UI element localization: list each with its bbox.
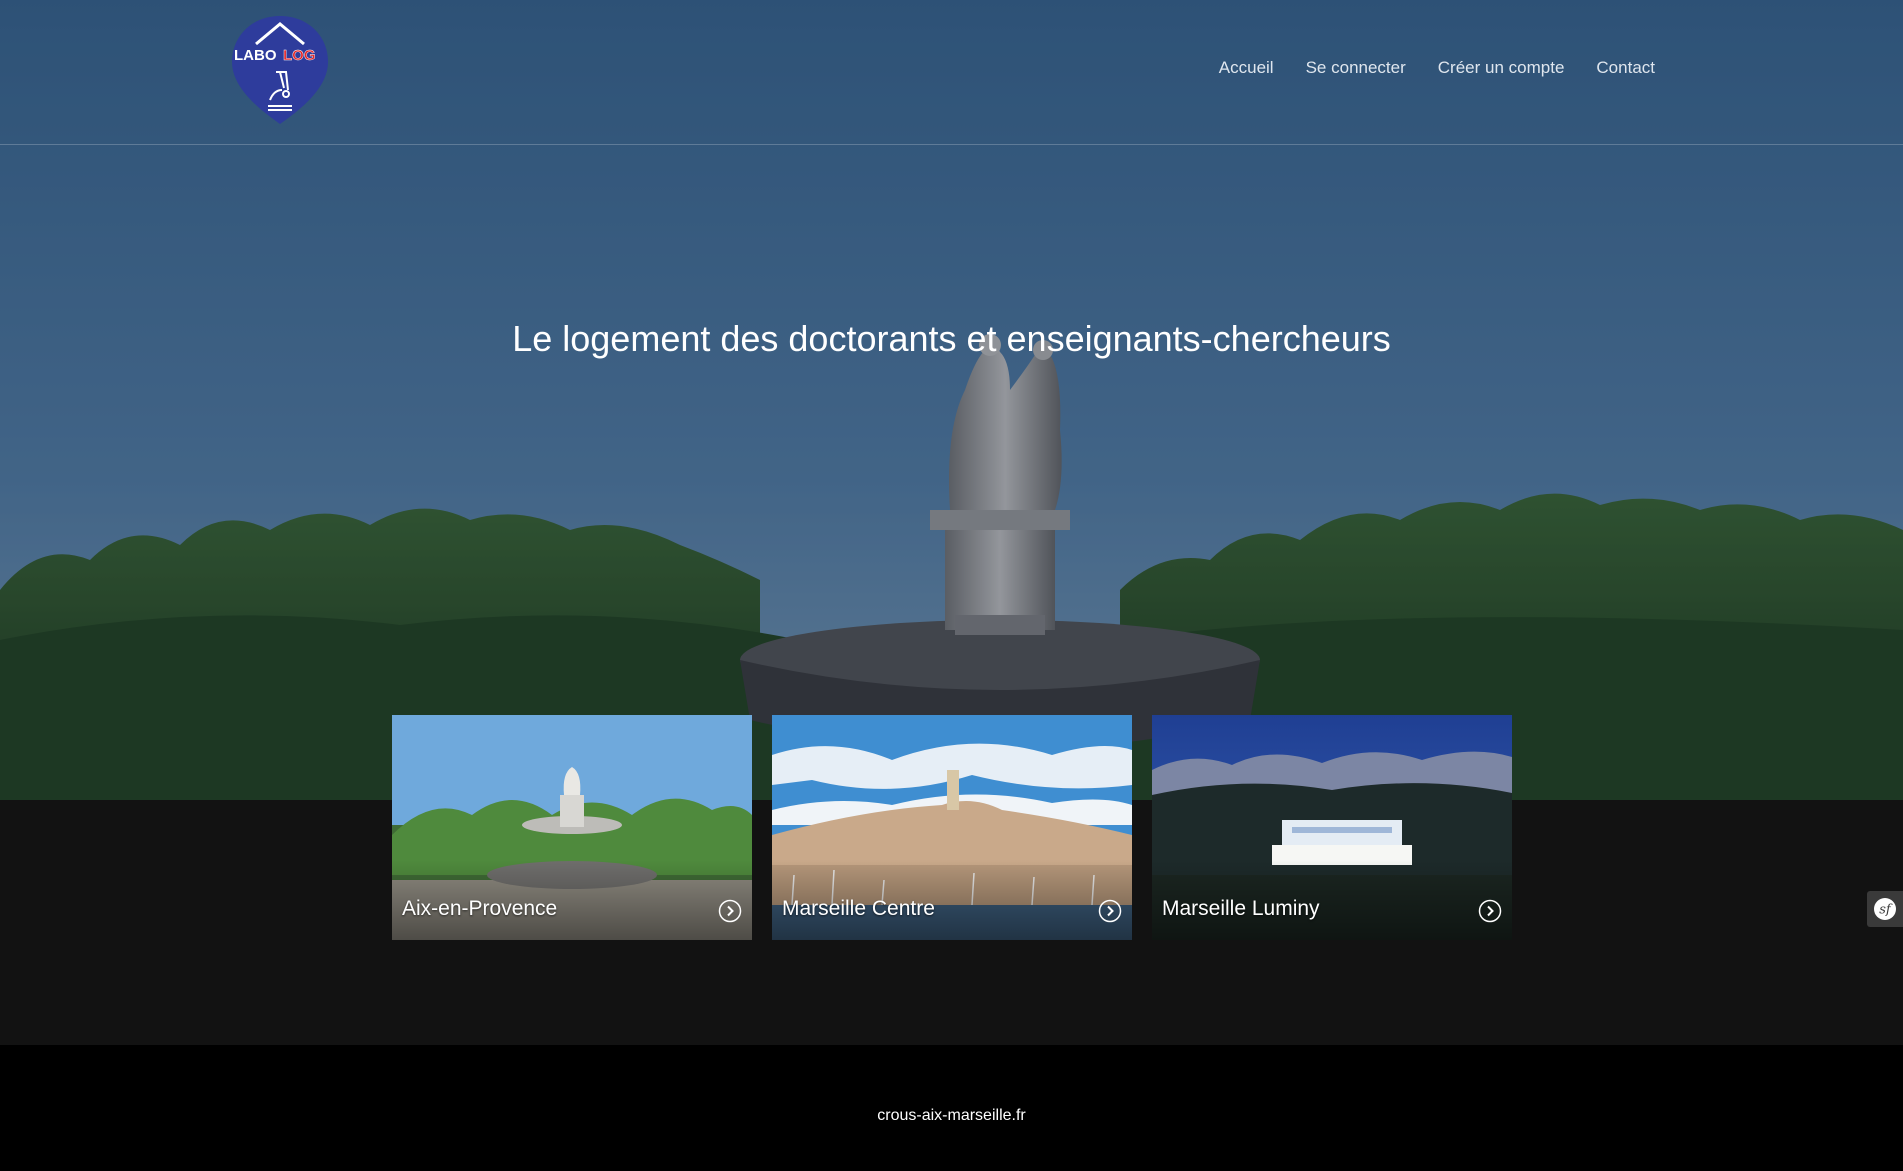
- footer-link-crous[interactable]: crous-aix-marseille.fr: [0, 1107, 1903, 1125]
- campus-cards: Aix-en-Provence Marseille Centre Marseil…: [392, 715, 1512, 940]
- card-marseille-centre[interactable]: Marseille Centre: [772, 715, 1132, 940]
- logo-text-labo: LABO: [234, 47, 277, 64]
- card-marseille-luminy[interactable]: Marseille Luminy: [1152, 715, 1512, 940]
- nav-link-creer-un-compte[interactable]: Créer un compte: [1438, 58, 1565, 78]
- nav-link-accueil[interactable]: Accueil: [1219, 58, 1274, 78]
- nav-link-contact[interactable]: Contact: [1596, 58, 1655, 78]
- card-label: Aix-en-Provence: [402, 897, 558, 920]
- chevron-right-circle-icon[interactable]: [1478, 899, 1502, 923]
- symfony-icon: sf: [1874, 898, 1896, 920]
- site-footer: crous-aix-marseille.fr: [0, 1045, 1903, 1171]
- hero-title: Le logement des doctorants et enseignant…: [512, 318, 1391, 359]
- hero-banner: LABO LOG Accueil Se connecter Créer un c…: [0, 0, 1903, 800]
- card-aix-en-provence[interactable]: Aix-en-Provence: [392, 715, 752, 940]
- chevron-right-circle-icon[interactable]: [1098, 899, 1122, 923]
- labolog-logo[interactable]: LABO LOG: [230, 14, 330, 126]
- page: LABO LOG Accueil Se connecter Créer un c…: [0, 0, 1903, 1171]
- chevron-right-circle-icon[interactable]: [718, 899, 742, 923]
- nav-link-se-connecter[interactable]: Se connecter: [1306, 58, 1406, 78]
- card-label: Marseille Luminy: [1162, 897, 1320, 920]
- card-label: Marseille Centre: [782, 897, 935, 920]
- symfony-toolbar-toggle[interactable]: sf: [1867, 891, 1903, 927]
- main-nav: Accueil Se connecter Créer un compte Con…: [1219, 58, 1655, 78]
- site-header: LABO LOG Accueil Se connecter Créer un c…: [0, 0, 1903, 145]
- logo-text-log: LOG: [283, 47, 316, 64]
